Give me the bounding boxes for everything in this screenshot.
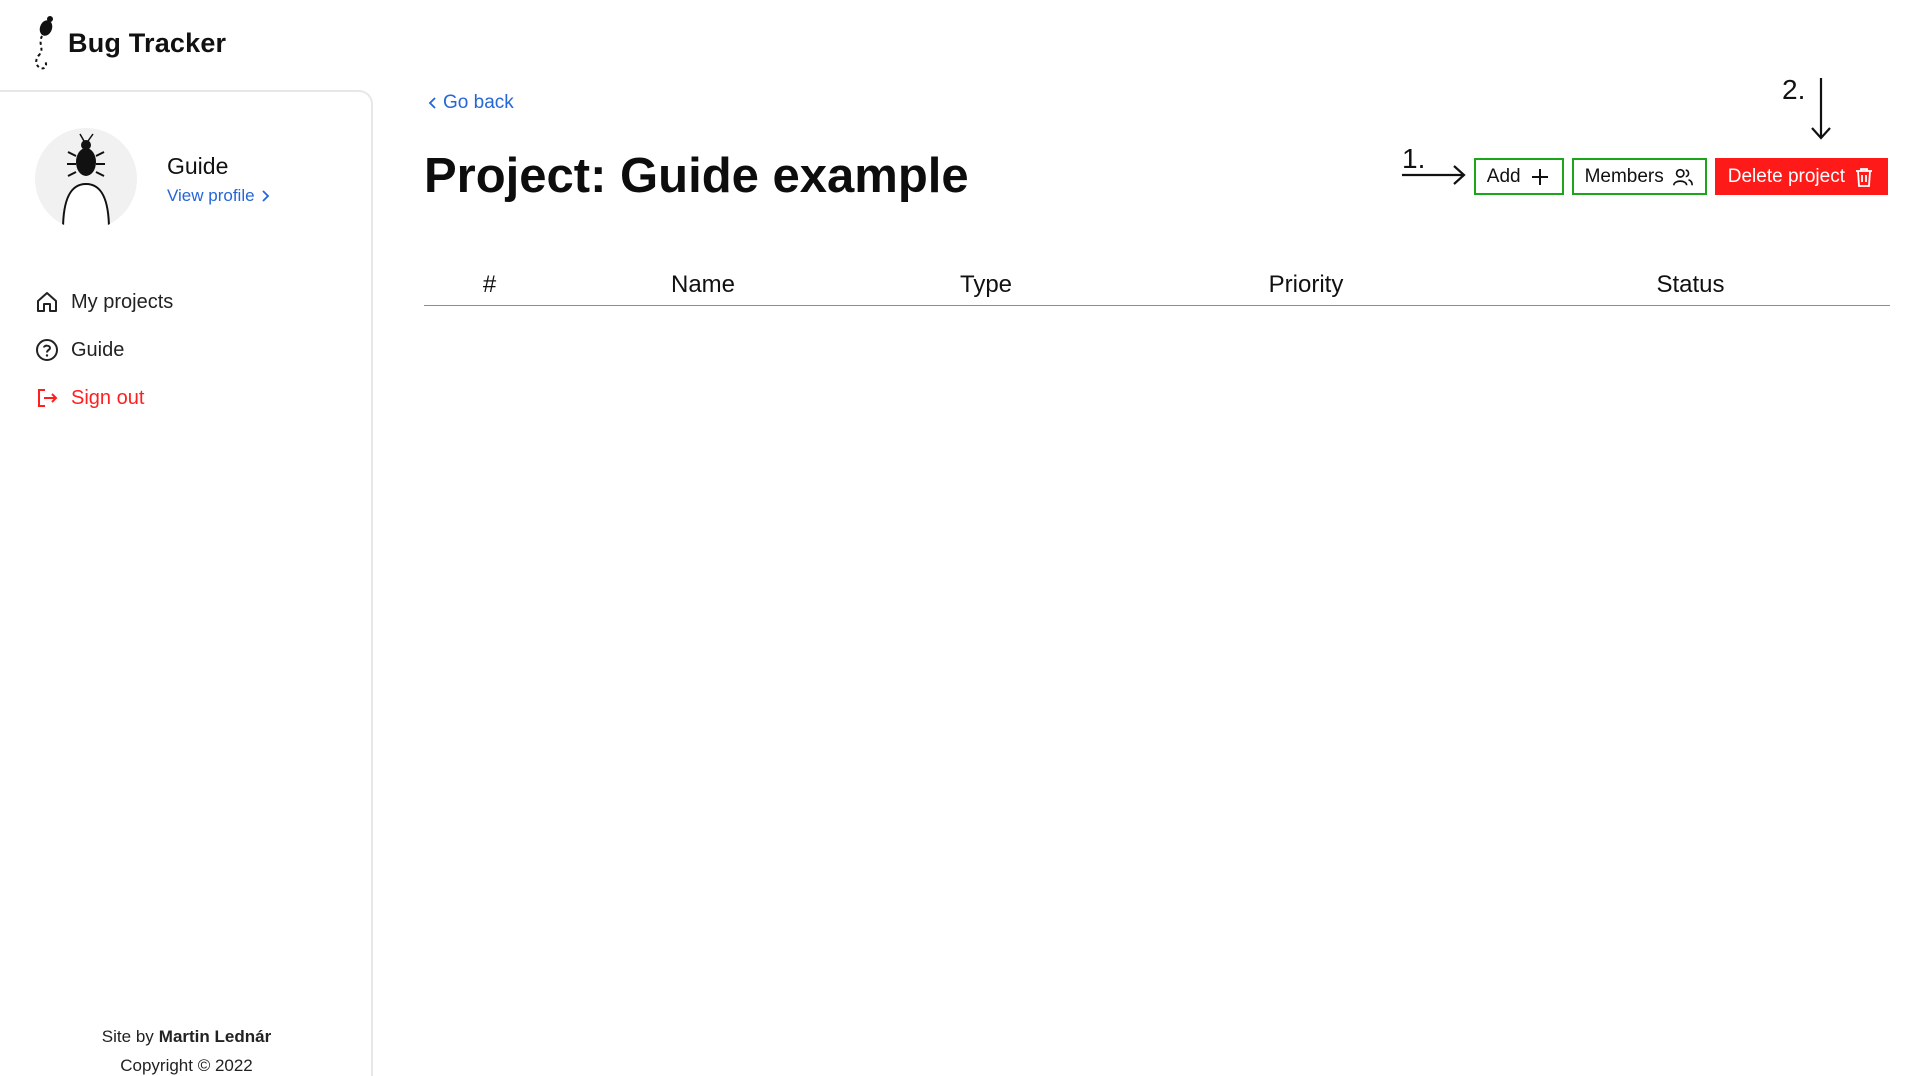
sidebar-item-label: Sign out	[71, 386, 145, 409]
footer-copyright: Copyright © 2022	[120, 1056, 253, 1075]
chevron-right-icon	[261, 189, 269, 202]
add-button[interactable]: Add	[1473, 158, 1564, 195]
view-profile-label: View profile	[167, 185, 255, 205]
sidebar-item-label: My projects	[71, 290, 174, 313]
sign-out-icon	[38, 389, 58, 407]
tickets-table: # Name Type Priority Status	[424, 264, 1890, 306]
page-title: Project: Guide example	[424, 149, 969, 203]
footer-author: Martin Lednár	[158, 1027, 272, 1046]
avatar[interactable]	[35, 128, 137, 230]
profile-name: Guide	[167, 152, 229, 179]
delete-project-button[interactable]: Delete project	[1714, 158, 1888, 195]
members-button[interactable]: Members	[1571, 158, 1707, 195]
sidebar-nav: My projects Guide Sign out	[35, 278, 173, 422]
bug-avatar-icon	[62, 133, 110, 230]
sidebar-item-guide[interactable]: Guide	[35, 326, 173, 374]
home-icon	[37, 292, 57, 312]
add-label: Add	[1486, 165, 1521, 187]
sidebar: Guide View profile My projects Guide Sig…	[0, 90, 373, 1076]
footer-site-by: Site by	[101, 1027, 154, 1046]
members-label: Members	[1584, 165, 1664, 187]
delete-project-label: Delete project	[1727, 165, 1845, 187]
project-actions: Add Members Delete project	[1473, 158, 1888, 195]
trash-icon	[1856, 167, 1872, 187]
app-logo[interactable]: Bug Tracker	[30, 14, 226, 72]
column-header-number[interactable]: #	[424, 271, 555, 299]
chevron-left-icon	[428, 97, 436, 109]
column-header-type[interactable]: Type	[851, 271, 1121, 299]
table-header: # Name Type Priority Status	[424, 264, 1890, 306]
go-back-label: Go back	[443, 92, 514, 113]
annotation-2: 2.	[1782, 74, 1806, 105]
arrow-right-icon	[1402, 165, 1466, 185]
arrow-down-icon	[1811, 78, 1831, 140]
view-profile-link[interactable]: View profile	[167, 186, 270, 206]
sidebar-item-label: Guide	[71, 338, 125, 361]
bug-logo-icon	[35, 16, 53, 70]
sidebar-item-sign-out[interactable]: Sign out	[35, 374, 173, 422]
profile-card: Guide View profile	[35, 128, 270, 230]
help-circle-icon	[36, 339, 58, 361]
sidebar-item-my-projects[interactable]: My projects	[35, 278, 173, 326]
column-header-priority[interactable]: Priority	[1121, 271, 1491, 299]
go-back-link[interactable]: Go back	[428, 92, 514, 114]
plus-icon	[1531, 168, 1548, 185]
sidebar-footer: Site by Martin Lednár Copyright © 2022	[0, 1022, 373, 1076]
users-icon	[1672, 168, 1693, 185]
column-header-name[interactable]: Name	[555, 271, 851, 299]
app-title: Bug Tracker	[68, 27, 227, 58]
column-header-status[interactable]: Status	[1491, 271, 1890, 299]
